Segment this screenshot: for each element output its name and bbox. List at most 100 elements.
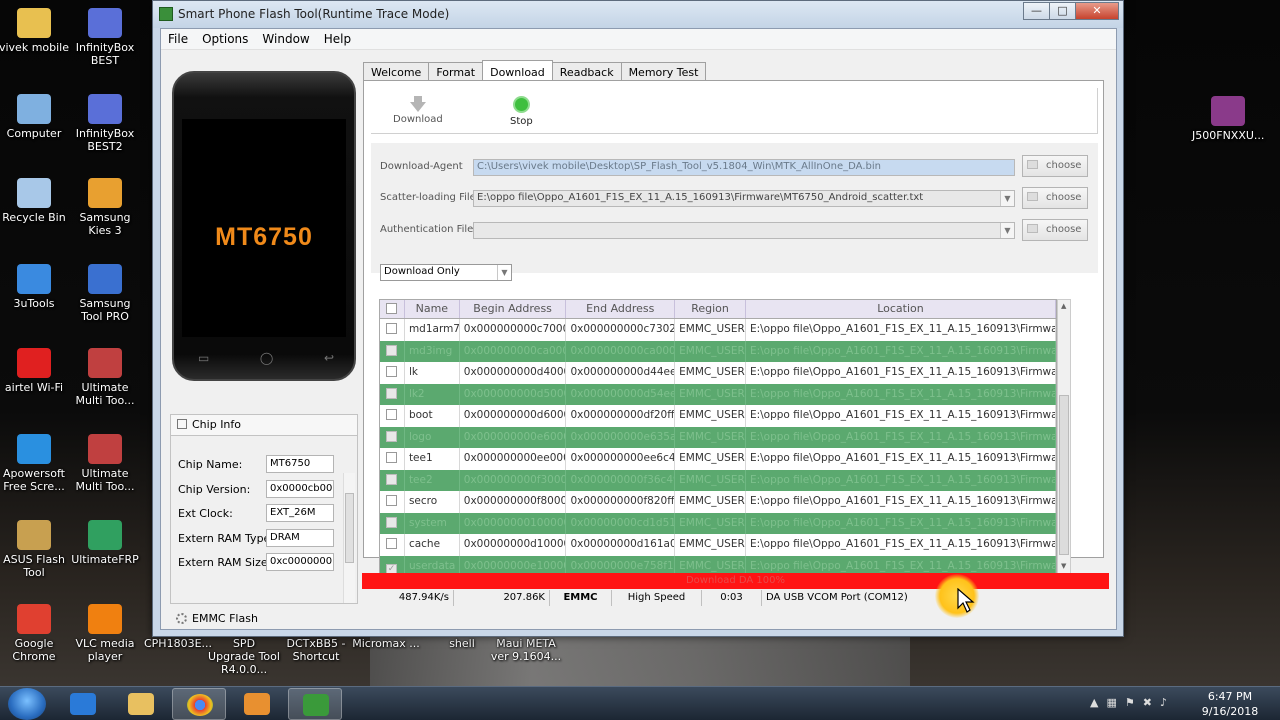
- row-checkbox[interactable]: [380, 426, 405, 448]
- desktop-icon[interactable]: vivek mobile: [0, 8, 70, 54]
- menu-file[interactable]: File: [161, 29, 195, 49]
- checkbox-unchecked[interactable]: [386, 344, 397, 356]
- close-button[interactable]: ✕: [1075, 2, 1119, 20]
- checkbox-unchecked[interactable]: [386, 495, 397, 506]
- desktop-icon[interactable]: airtel Wi-Fi: [0, 348, 70, 394]
- desktop-icon[interactable]: Micromax ...: [350, 637, 422, 650]
- taskbar-flash-tool[interactable]: [288, 688, 342, 720]
- system-clock[interactable]: 6:47 PM 9/16/2018: [1190, 689, 1270, 719]
- desktop-icon[interactable]: Google Chrome: [0, 604, 70, 663]
- row-checkbox[interactable]: [380, 383, 405, 405]
- row-checkbox[interactable]: [380, 362, 405, 384]
- checkbox-unchecked[interactable]: [386, 323, 397, 334]
- row-checkbox[interactable]: [380, 405, 405, 427]
- choose-download-agent-button[interactable]: choose: [1022, 155, 1088, 177]
- desktop-icon[interactable]: DCTxBB5 - Shortcut: [280, 637, 352, 663]
- tab-download[interactable]: Download: [482, 60, 553, 81]
- start-button[interactable]: [8, 688, 46, 720]
- scroll-up-icon[interactable]: ▲: [1061, 302, 1066, 310]
- download-agent-field[interactable]: C:\Users\vivek mobile\Desktop\SP_Flash_T…: [473, 159, 1015, 176]
- chevron-down-icon[interactable]: ▼: [1000, 191, 1014, 206]
- desktop-icon[interactable]: InfinityBox BEST2: [69, 94, 141, 153]
- title-bar[interactable]: Smart Phone Flash Tool(Runtime Trace Mod…: [153, 1, 1123, 28]
- tab-memory-test[interactable]: Memory Test: [620, 62, 707, 80]
- desktop-icon[interactable]: InfinityBox BEST: [69, 8, 141, 67]
- checkbox-unchecked[interactable]: [386, 366, 397, 377]
- menu-window[interactable]: Window: [255, 29, 316, 49]
- emmc-flash-header[interactable]: EMMC Flash: [170, 609, 358, 629]
- row-checkbox[interactable]: [380, 448, 405, 470]
- column-header-end[interactable]: End Address: [566, 300, 676, 318]
- column-header-name[interactable]: Name: [405, 300, 460, 318]
- desktop-icon[interactable]: Samsung Tool PRO: [69, 264, 141, 323]
- taskbar-media[interactable]: [230, 688, 284, 720]
- desktop-icon[interactable]: shell: [426, 637, 498, 650]
- desktop-icon[interactable]: Maui META ver 9.1604...: [490, 637, 562, 663]
- table-row[interactable]: secro0x000000000f8000000x000000000f820ff…: [380, 491, 1056, 513]
- row-checkbox[interactable]: [380, 491, 405, 513]
- security-icon[interactable]: ✖: [1143, 696, 1152, 709]
- table-row[interactable]: logo0x000000000e6000000x000000000e635a1f…: [380, 426, 1056, 448]
- row-checkbox[interactable]: [380, 534, 405, 556]
- show-hidden-icon[interactable]: ▲: [1090, 696, 1098, 709]
- desktop-icon[interactable]: SPD Upgrade Tool R4.0.0...: [208, 637, 280, 676]
- download-button[interactable]: Download: [393, 96, 443, 125]
- taskbar-explorer[interactable]: [114, 688, 168, 720]
- table-row[interactable]: lk20x000000000d5000000x000000000d54eecfE…: [380, 383, 1056, 405]
- download-mode-select[interactable]: Download Only ▼: [380, 264, 512, 281]
- menu-help[interactable]: Help: [317, 29, 358, 49]
- checkbox-unchecked[interactable]: [386, 387, 397, 399]
- scroll-down-icon[interactable]: ▼: [1061, 562, 1066, 570]
- row-checkbox[interactable]: [380, 512, 405, 534]
- desktop-icon[interactable]: Ultimate Multi Too...: [69, 434, 141, 493]
- select-all-checkbox[interactable]: [380, 300, 405, 318]
- table-row[interactable]: cache0x00000000d10000000x00000000d161a0c…: [380, 534, 1056, 556]
- column-header-location[interactable]: Location: [746, 300, 1056, 318]
- desktop-icon[interactable]: Computer: [0, 94, 70, 140]
- table-row[interactable]: md3img0x000000000ca000000x000000000ca000…: [380, 340, 1056, 362]
- desktop-icon[interactable]: 3uTools: [0, 264, 70, 310]
- checkbox-unchecked[interactable]: [386, 430, 397, 442]
- checkbox-unchecked[interactable]: [386, 409, 397, 420]
- taskbar-ie[interactable]: [56, 688, 110, 720]
- desktop-icon[interactable]: UltimateFRP: [69, 520, 141, 566]
- volume-icon[interactable]: ♪: [1160, 696, 1167, 709]
- desktop-icon[interactable]: Samsung Kies 3: [69, 178, 141, 237]
- maximize-button[interactable]: □: [1049, 2, 1076, 20]
- auth-file-field[interactable]: ▼: [473, 222, 1015, 239]
- tab-format[interactable]: Format: [428, 62, 484, 80]
- desktop-icon[interactable]: Recycle Bin: [0, 178, 70, 224]
- desktop-icon[interactable]: VLC media player: [69, 604, 141, 663]
- table-row[interactable]: tee20x000000000f3000000x000000000f36c49f…: [380, 469, 1056, 491]
- chip-info-scrollbar[interactable]: [343, 473, 355, 603]
- network-icon[interactable]: ▦: [1106, 696, 1116, 709]
- table-row[interactable]: system0x00000000100000000x00000000cd1d51…: [380, 512, 1056, 534]
- row-checkbox[interactable]: [380, 340, 405, 362]
- table-row[interactable]: boot0x000000000d6000000x000000000df20fff…: [380, 405, 1056, 427]
- checkbox-unchecked[interactable]: [386, 473, 397, 485]
- desktop-icon[interactable]: Ultimate Multi Too...: [69, 348, 141, 407]
- chevron-down-icon[interactable]: ▼: [497, 265, 511, 280]
- checkbox-unchecked[interactable]: [386, 516, 397, 528]
- desktop-icon[interactable]: CPH1803E...: [142, 637, 214, 650]
- taskbar-chrome[interactable]: [172, 688, 226, 720]
- table-row[interactable]: lk0x000000000d4000000x000000000d44eecfEM…: [380, 362, 1056, 384]
- chip-info-header[interactable]: Chip Info: [171, 415, 357, 436]
- checkbox-unchecked[interactable]: [386, 538, 397, 549]
- scrollbar-thumb[interactable]: [345, 493, 354, 563]
- column-header-begin[interactable]: Begin Address: [460, 300, 567, 318]
- minimize-button[interactable]: —: [1023, 2, 1050, 20]
- choose-scatter-button[interactable]: choose: [1022, 187, 1088, 209]
- table-row[interactable]: tee10x000000000ee000000x000000000ee6c49f…: [380, 448, 1056, 470]
- menu-options[interactable]: Options: [195, 29, 255, 49]
- row-checkbox[interactable]: [380, 469, 405, 491]
- row-checkbox[interactable]: [380, 319, 405, 341]
- desktop-icon[interactable]: ASUS Flash Tool: [0, 520, 70, 579]
- chevron-down-icon[interactable]: ▼: [1000, 223, 1014, 238]
- choose-auth-button[interactable]: choose: [1022, 219, 1088, 241]
- flag-icon[interactable]: ⚑: [1125, 696, 1135, 709]
- table-scrollbar[interactable]: ▲ ▼: [1057, 299, 1071, 575]
- tab-welcome[interactable]: Welcome: [363, 62, 430, 80]
- scrollbar-thumb[interactable]: [1059, 395, 1069, 555]
- table-row[interactable]: md1arm70x000000000c7000000x000000000c730…: [380, 319, 1056, 341]
